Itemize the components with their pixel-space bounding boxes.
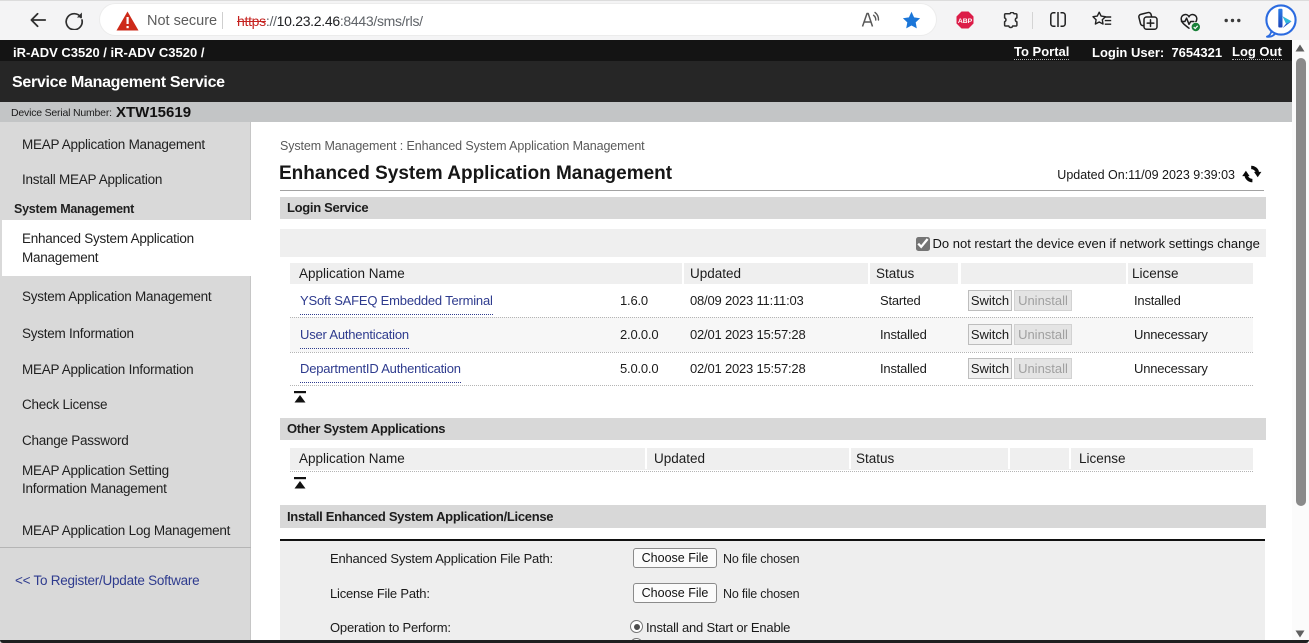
svg-text:ABP: ABP bbox=[958, 18, 973, 25]
